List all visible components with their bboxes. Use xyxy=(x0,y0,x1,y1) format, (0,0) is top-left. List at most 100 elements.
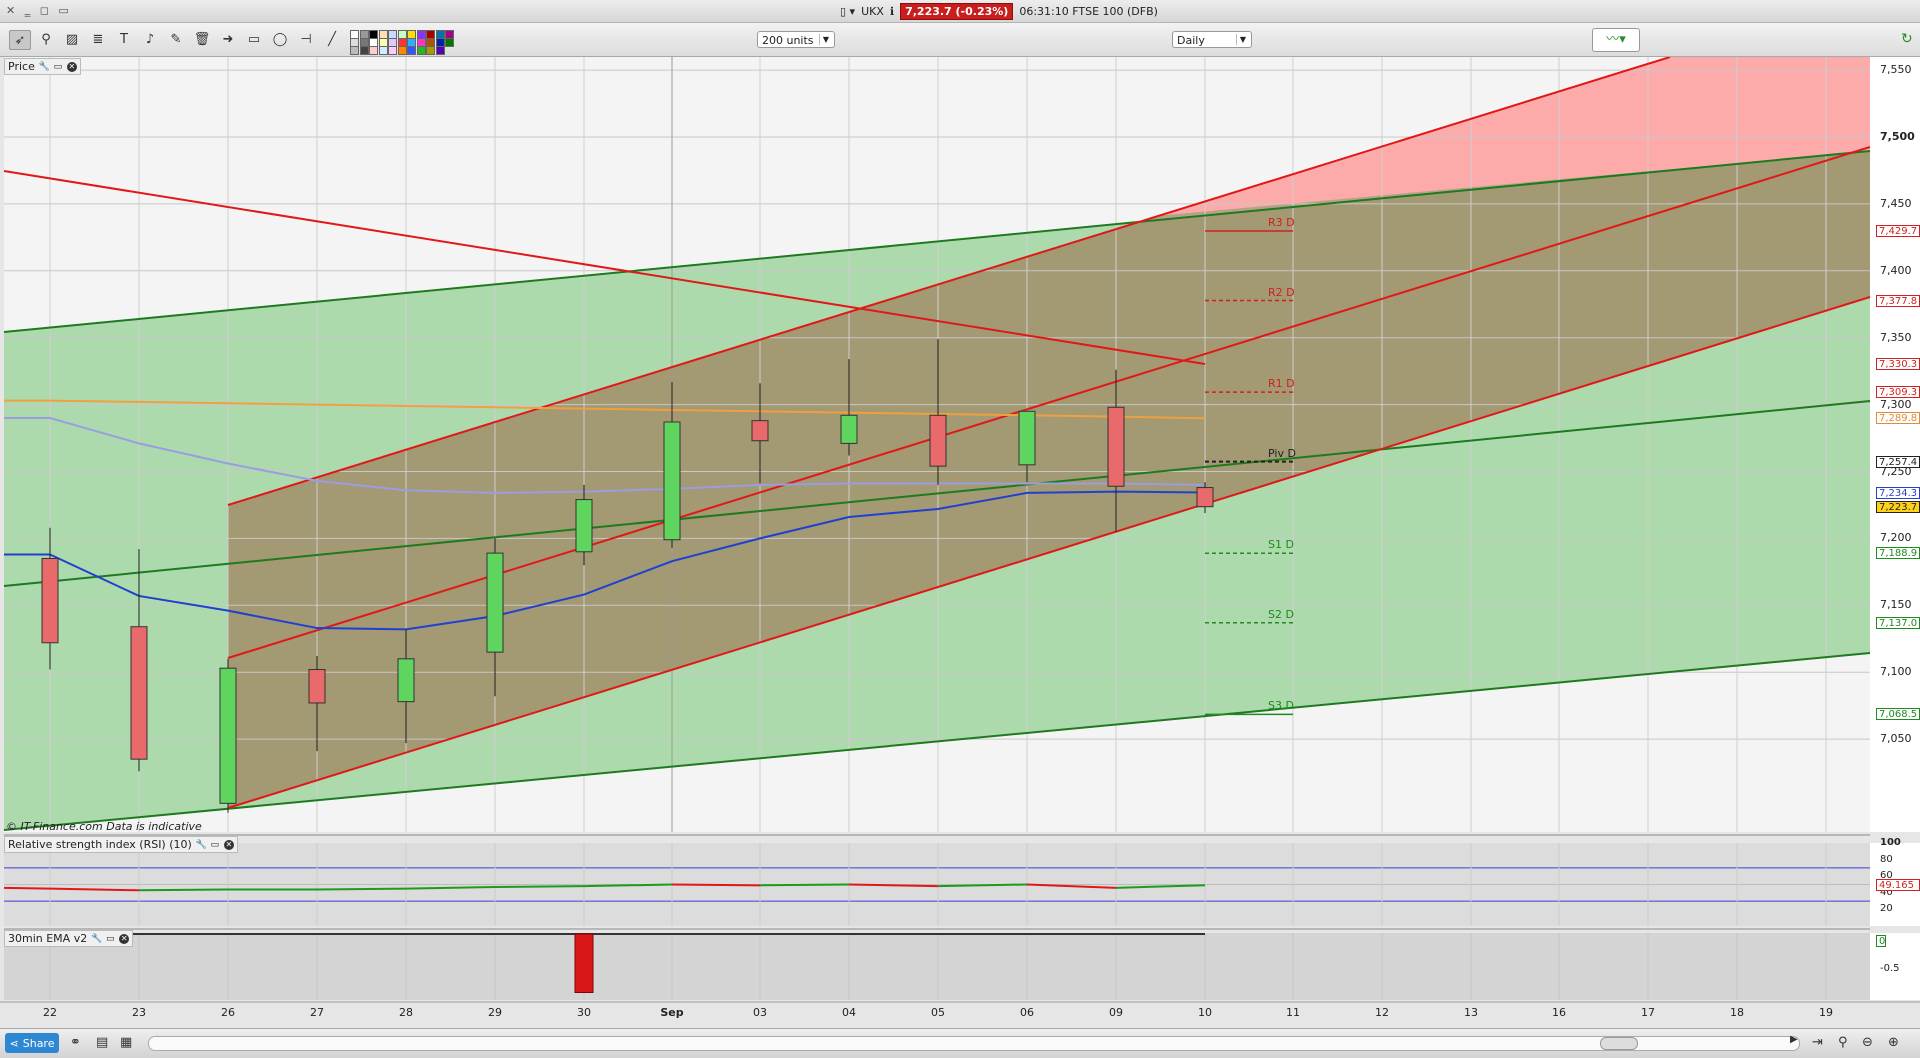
chart-area[interactable] xyxy=(0,57,1920,1028)
window-icon[interactable]: ▭ xyxy=(53,62,63,72)
color-swatch[interactable] xyxy=(369,46,378,55)
zoom-in-icon[interactable]: ⊕ xyxy=(1888,1035,1899,1050)
magic-tool-icon[interactable]: ✎ xyxy=(166,30,186,48)
wrench-icon[interactable]: 🔧 xyxy=(39,62,50,72)
window-controls[interactable]: ✕ ‗ ◻ ▭ xyxy=(6,4,72,17)
candle-up[interactable] xyxy=(219,667,237,804)
candle-up[interactable] xyxy=(840,414,858,444)
candle-up[interactable] xyxy=(486,552,504,653)
close-icon[interactable]: ✕ xyxy=(66,61,77,72)
rsi-line-segment xyxy=(3,886,51,890)
date-axis-label: 10 xyxy=(1198,1006,1212,1019)
rsi-line-segment xyxy=(494,885,585,888)
units-select[interactable]: 200 units ▼ xyxy=(757,31,835,48)
candle-down[interactable] xyxy=(41,557,59,644)
rsi-value-tag: 49.165 xyxy=(1876,879,1920,892)
pivot-label: S2 D xyxy=(1268,607,1294,621)
color-swatch[interactable] xyxy=(397,46,407,55)
instrument-icon[interactable]: ▯ ▾ xyxy=(840,5,855,18)
candle-up[interactable] xyxy=(663,421,681,541)
zoom-area-icon[interactable]: ⚲ xyxy=(1838,1035,1848,1050)
info-icon[interactable]: ℹ xyxy=(890,5,894,18)
ellipse-tool-icon[interactable]: ◯ xyxy=(270,30,290,48)
scroll-right-icon[interactable]: ▶ xyxy=(1790,1034,1798,1045)
date-axis-label: 04 xyxy=(842,1006,856,1019)
refresh-icon[interactable]: ↻ xyxy=(1901,31,1913,47)
wrench-icon[interactable]: 🔧 xyxy=(91,934,102,944)
chart-style-icon[interactable]: 〰▾ xyxy=(1592,28,1640,52)
price-panel-title: Price xyxy=(8,60,35,73)
pointer-tool-icon[interactable]: ➶ xyxy=(9,30,31,50)
date-axis-label: 27 xyxy=(310,1006,324,1019)
pivot-label: R3 D xyxy=(1268,216,1295,230)
date-axis-label: 06 xyxy=(1020,1006,1034,1019)
fit-chart-icon[interactable]: ⇥ xyxy=(1812,1035,1823,1050)
color-swatch[interactable] xyxy=(407,46,416,55)
price-axis-tick: 7,450 xyxy=(1880,196,1912,210)
color-swatch[interactable] xyxy=(378,46,388,55)
wrench-icon[interactable]: 🔧 xyxy=(196,840,207,850)
date-axis-label: 22 xyxy=(43,1006,57,1019)
candle-down[interactable] xyxy=(1196,487,1214,508)
candle-up[interactable] xyxy=(575,499,593,553)
fibonacci-tool-icon[interactable]: ≣ xyxy=(88,30,108,48)
candle-down[interactable] xyxy=(929,414,947,467)
hline-tool-icon[interactable]: ⊣ xyxy=(296,30,316,48)
rsi-line-segment xyxy=(316,887,407,891)
rsi-axis-tick: 100 xyxy=(1880,837,1901,848)
color-swatch[interactable] xyxy=(426,46,435,55)
date-axis-label: 13 xyxy=(1464,1006,1478,1019)
scrollbar-thumb[interactable] xyxy=(1600,1037,1638,1050)
candle-down[interactable] xyxy=(1107,406,1125,487)
ema-bar xyxy=(574,933,594,993)
time-instrument-label: 06:31:10 FTSE 100 (DFB) xyxy=(1019,4,1158,18)
candle-down[interactable] xyxy=(130,626,148,760)
rsi-line-segment xyxy=(759,883,850,887)
arrow-tool-icon[interactable]: ➜ xyxy=(218,30,238,48)
zoom-out-icon[interactable]: ⊖ xyxy=(1862,1035,1873,1050)
date-axis-label: 16 xyxy=(1552,1006,1566,1019)
ema-panel-title: 30min EMA v2 xyxy=(8,932,88,945)
share-button[interactable]: ⋖ Share xyxy=(5,1033,59,1053)
ema-value-tag: 0 xyxy=(1876,935,1886,947)
color-swatch[interactable] xyxy=(350,46,359,55)
price-level-tag: 7,137.0 xyxy=(1876,616,1920,629)
close-icon[interactable]: ✕ xyxy=(119,933,130,944)
price-panel-label: Price 🔧 ▭ ✕ xyxy=(4,58,81,75)
candle-down[interactable] xyxy=(751,420,769,442)
grid-icon[interactable]: ▦ xyxy=(120,1035,132,1050)
alert-bell-icon[interactable]: ♪ xyxy=(140,30,160,48)
link-icon[interactable]: ⚭ xyxy=(70,1035,81,1050)
text-tool-icon[interactable]: T xyxy=(114,30,134,48)
price-level-tag: 7,309.3 xyxy=(1876,386,1920,399)
layout-icon[interactable]: ▤ xyxy=(96,1035,108,1050)
line-tool-icon[interactable]: ╱ xyxy=(322,30,342,48)
ema-panel-label: 30min EMA v2 🔧 ▭ ✕ xyxy=(4,930,134,947)
candle-up[interactable] xyxy=(397,658,415,703)
rectangle-tool-icon[interactable]: ▭ xyxy=(244,30,264,48)
window-icon[interactable]: ▭ xyxy=(105,934,115,944)
rsi-panel-title: Relative strength index (RSI) (10) xyxy=(8,838,192,851)
color-swatch[interactable] xyxy=(435,46,445,55)
color-swatch[interactable] xyxy=(445,38,454,47)
date-axis-label: 19 xyxy=(1819,1006,1833,1019)
close-icon[interactable]: ✕ xyxy=(223,839,234,850)
color-swatch[interactable] xyxy=(359,46,369,55)
window-title: UKX xyxy=(861,4,884,18)
delete-icon[interactable]: 🗑 xyxy=(192,30,212,48)
window-icon[interactable]: ▭ xyxy=(210,840,220,850)
candle-up[interactable] xyxy=(1018,410,1036,466)
rsi-axis-tick: 80 xyxy=(1880,853,1893,865)
date-axis-label: 30 xyxy=(577,1006,591,1019)
price-axis-tick: 7,150 xyxy=(1880,598,1912,612)
status-bar: ⋖Share ⚭ ▤ ▦ ◀ ▶ ⇥ ⚲ ⊖ ⊕ xyxy=(0,1028,1920,1058)
horizontal-scrollbar[interactable] xyxy=(148,1036,1800,1051)
date-axis-label: 12 xyxy=(1375,1006,1389,1019)
color-swatch[interactable] xyxy=(416,46,426,55)
chart-tool-icon[interactable]: ▨ xyxy=(62,30,82,48)
zoom-tool-icon[interactable]: ⚲ xyxy=(36,30,56,48)
candle-down[interactable] xyxy=(308,669,326,704)
rsi-line-segment xyxy=(138,888,229,892)
color-swatch[interactable] xyxy=(388,46,397,55)
interval-select[interactable]: Daily ▼ xyxy=(1172,31,1252,48)
